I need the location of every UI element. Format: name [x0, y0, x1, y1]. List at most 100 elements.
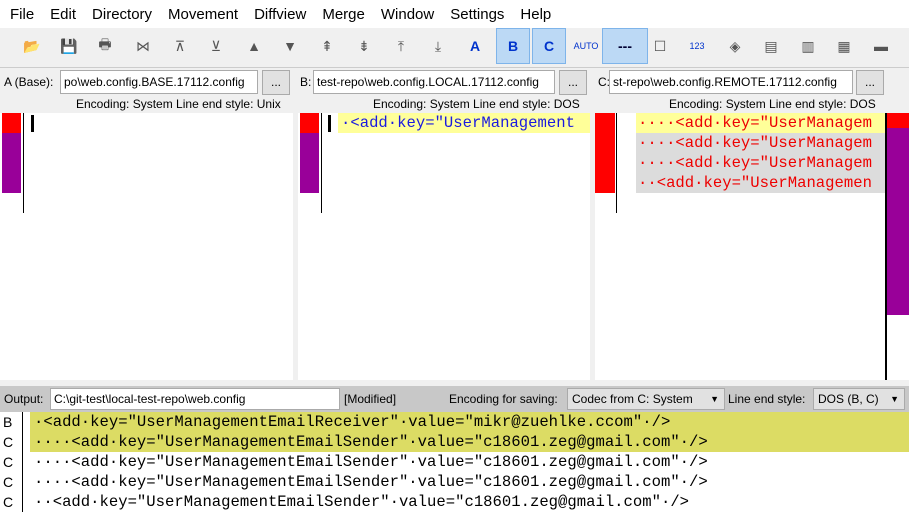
prev-delta-button[interactable]: ▲	[237, 28, 271, 64]
change-marker	[300, 133, 319, 193]
code-line: ····<add·key="UserManagem	[638, 114, 872, 132]
menu-help[interactable]: Help	[512, 6, 559, 23]
next-delta-icon: ▼	[283, 38, 297, 54]
browse-c-button[interactable]: ...	[856, 70, 884, 95]
output-line: C ····<add·key="UserManagementEmailSender…	[0, 432, 909, 452]
text-cursor	[328, 115, 331, 132]
go-bottom-icon: ⊻	[210, 37, 222, 54]
file-c-encoding: Encoding: System Line end style: DOS	[669, 97, 876, 111]
select-a-icon: A	[469, 38, 481, 54]
overview-bar[interactable]	[885, 113, 909, 380]
code-line: ····<add·key="UserManagem	[638, 134, 872, 152]
browse-a-button[interactable]: ...	[262, 70, 290, 95]
source-label: C	[3, 434, 14, 450]
menu-settings[interactable]: Settings	[442, 6, 512, 23]
output-line: C ··<add·key="UserManagementEmailSender"·…	[0, 492, 909, 512]
encoding-saving-label: Encoding for saving:	[449, 392, 558, 406]
gutter-line	[22, 472, 23, 492]
toggle-icon: ▬	[874, 38, 888, 54]
file-a-label: A (Base):	[4, 75, 54, 89]
prev-unsolved-button[interactable]: ⤒	[384, 28, 418, 64]
split-h-icon: ▦	[837, 37, 851, 54]
split-h-button[interactable]: ▦	[827, 28, 861, 64]
gutter-line	[23, 113, 24, 213]
file-b-input[interactable]: test-repo\web.config.LOCAL.17112.config	[313, 70, 555, 94]
diamond-button[interactable]: ◈	[718, 28, 752, 64]
file-c-input[interactable]: st-repo\web.config.REMOTE.17112.config	[609, 70, 853, 94]
toggle-button[interactable]: ▬	[864, 28, 898, 64]
code-line: ····<add·key="UserManagementEmailSender"…	[34, 473, 708, 491]
gutter-line	[22, 412, 23, 432]
next-unsolved-button[interactable]: ⤓	[421, 28, 455, 64]
menu-bar: File Edit Directory Movement Diffview Me…	[0, 0, 909, 28]
split-3-button[interactable]: ▤	[754, 28, 788, 64]
line-end-select[interactable]: DOS (B, C) ▼	[813, 388, 905, 410]
merge-output-pane[interactable]: B ·<add·key="UserManagementEmailReceiver"…	[0, 412, 909, 519]
next-delta-button[interactable]: ▼	[273, 28, 307, 64]
go-top-icon: ⊼	[174, 37, 186, 54]
file-b-encoding: Encoding: System Line end style: DOS	[373, 97, 580, 111]
gutter-line	[616, 113, 617, 213]
diff-pane-b[interactable]: ·<add·key="UserManagement	[298, 113, 590, 380]
conflict-marker	[595, 113, 615, 193]
code-line: ····<add·key="UserManagementEmailSender"…	[34, 433, 708, 451]
show-space-chars-icon: ☐	[653, 37, 667, 54]
next-conflict-button[interactable]: ⇟	[347, 28, 381, 64]
file-a-encoding: Encoding: System Line end style: Unix	[76, 97, 281, 111]
menu-directory[interactable]: Directory	[84, 6, 160, 23]
diamond-icon: ◈	[729, 37, 741, 54]
save-icon: 💾	[60, 37, 78, 54]
go-top-button[interactable]: ⊼	[163, 28, 197, 64]
go-current-button[interactable]: ⋈	[126, 28, 160, 64]
select-b-icon: B	[507, 38, 519, 54]
source-label: C	[3, 474, 14, 490]
browse-b-button[interactable]: ...	[559, 70, 587, 95]
select-c-button[interactable]: C	[532, 28, 566, 64]
line-numbers-icon: 123	[689, 41, 705, 51]
diff-pane-c[interactable]: ····<add·key="UserManagem ····<add·key="…	[595, 113, 885, 380]
go-bottom-button[interactable]: ⊻	[199, 28, 233, 64]
select-a-button[interactable]: A	[458, 28, 492, 64]
gutter-line	[22, 452, 23, 472]
code-line: ·<add·key="UserManagementEmailReceiver"·…	[34, 413, 671, 431]
modified-status: [Modified]	[344, 392, 397, 406]
save-button[interactable]: 💾	[52, 28, 86, 64]
split-3-icon: ▤	[764, 37, 778, 54]
code-line: ·<add·key="UserManagement	[341, 114, 575, 132]
diff-pane-a[interactable]	[0, 113, 293, 380]
show-whitespace-button[interactable]: ---	[602, 28, 648, 64]
code-line: ··<add·key="UserManagemen	[638, 174, 872, 192]
line-end-value: DOS (B, C)	[818, 392, 879, 406]
split-2-icon: ▥	[801, 37, 815, 54]
prev-conflict-button[interactable]: ⇞	[310, 28, 344, 64]
select-c-icon: C	[543, 38, 555, 54]
split-2-button[interactable]: ▥	[791, 28, 825, 64]
chevron-down-icon: ▼	[710, 394, 719, 404]
next-conflict-icon: ⇟	[358, 37, 370, 54]
menu-edit[interactable]: Edit	[42, 6, 84, 23]
menu-movement[interactable]: Movement	[160, 6, 246, 23]
source-label: B	[3, 414, 13, 430]
open-folder-button[interactable]: 📂	[15, 28, 49, 64]
menu-merge[interactable]: Merge	[314, 6, 373, 23]
select-b-button[interactable]: B	[496, 28, 530, 64]
text-cursor	[31, 115, 34, 132]
menu-diffview[interactable]: Diffview	[246, 6, 314, 23]
file-a-input[interactable]: po\web.config.BASE.17112.config	[60, 70, 258, 94]
file-b-label: B:	[300, 75, 312, 89]
encoding-select[interactable]: Codec from C: System ▼	[567, 388, 725, 410]
next-unsolved-icon: ⤓	[434, 37, 442, 54]
auto-advance-button[interactable]: AUTO	[569, 28, 603, 64]
prev-unsolved-icon: ⤒	[397, 37, 405, 54]
overview-change	[887, 128, 909, 315]
output-path-input[interactable]: C:\git-test\local-test-repo\web.config	[50, 388, 340, 410]
output-line: B ·<add·key="UserManagementEmailReceiver"…	[0, 412, 909, 432]
show-space-chars-button[interactable]: ☐	[643, 28, 677, 64]
code-line: ····<add·key="UserManagementEmailSender"…	[34, 453, 708, 471]
menu-window[interactable]: Window	[373, 6, 442, 23]
gutter-line	[321, 113, 322, 213]
print-button[interactable]: 🖶	[88, 28, 122, 64]
gutter-line	[22, 432, 23, 452]
menu-file[interactable]: File	[2, 6, 42, 23]
line-numbers-button[interactable]: 123	[680, 28, 714, 64]
